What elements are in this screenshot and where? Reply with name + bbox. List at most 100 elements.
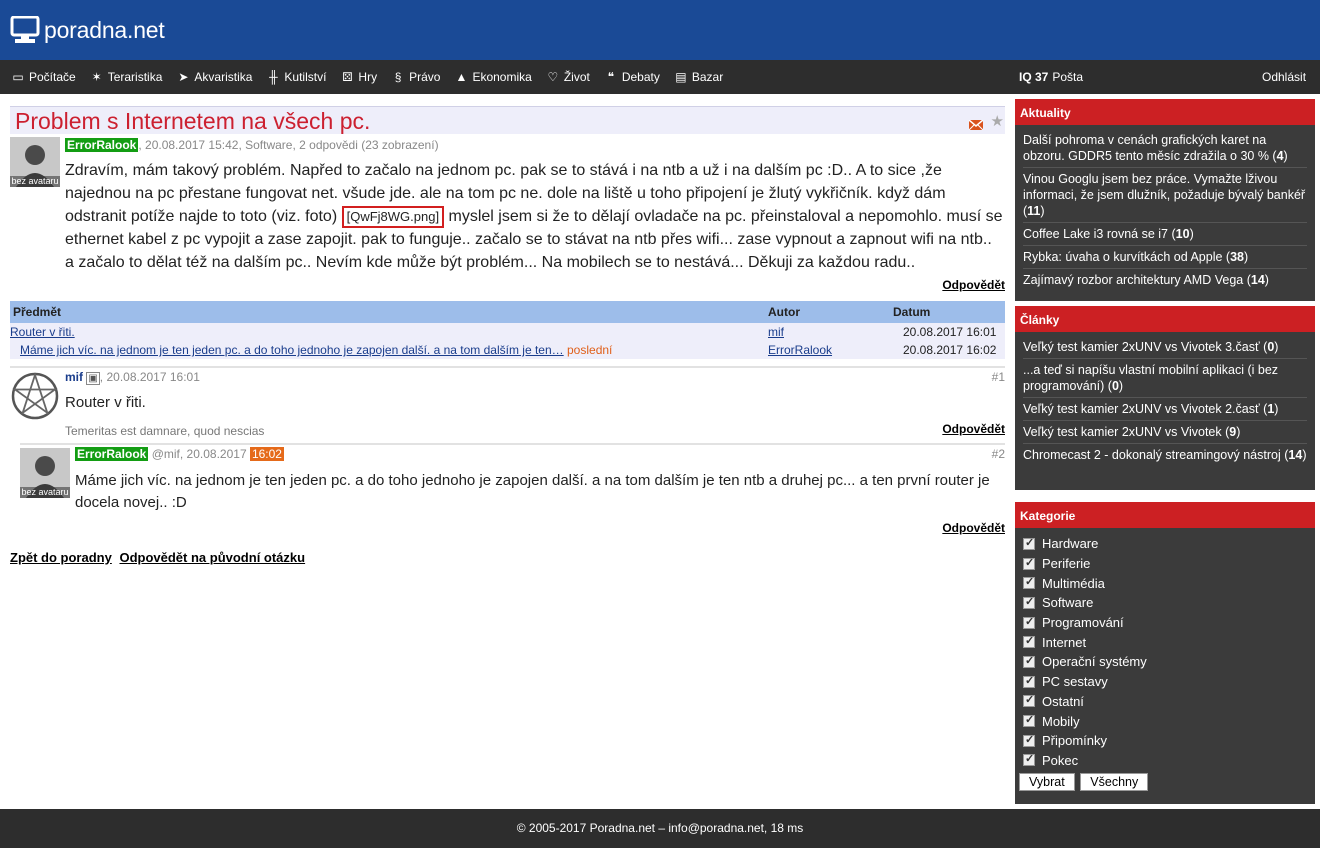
bottom-links: Zpět do poradny Odpovědět na původní otá…: [10, 550, 309, 565]
categories-box-title: Kategorie: [1015, 502, 1315, 528]
chart-icon: ▲: [455, 70, 468, 84]
checkbox[interactable]: [1023, 693, 1035, 708]
list-item[interactable]: Veľký test kamier 2xUNV vs Vivotek 3.čas…: [1023, 336, 1307, 359]
checkbox[interactable]: [1023, 654, 1035, 668]
checkbox[interactable]: [1023, 733, 1035, 747]
checkbox[interactable]: [1023, 536, 1035, 550]
thread-table: Předmět Autor Datum Router v řiti. mif 2…: [10, 301, 1005, 359]
checkbox[interactable]: [1023, 674, 1035, 688]
table-row[interactable]: Máme jich víc. na jednom je ten jeden pc…: [10, 341, 1005, 359]
list-item[interactable]: Rybka: úvaha o kurvítkách od Apple (38): [1023, 246, 1307, 269]
favorite-star-icon[interactable]: ★: [991, 114, 1004, 129]
author-badge[interactable]: ErrorRalook: [75, 447, 149, 461]
site-name: poradna.net: [44, 16, 165, 43]
category-checkbox-item[interactable]: Hardware: [1023, 534, 1315, 554]
reply-button[interactable]: Odpovědět: [942, 422, 1005, 436]
main-nav: ▭ Počítače ✶ Teraristika ➤ Akvaristika ╫ Kutils…: [0, 60, 1320, 94]
category-checkbox-item[interactable]: Ostatní: [1023, 692, 1315, 712]
cart-icon: ▤: [675, 70, 687, 84]
list-item[interactable]: Veľký test kamier 2xUNV vs Vivotek 2.čas…: [1023, 398, 1307, 421]
time-badge: 16:02: [249, 447, 284, 461]
category-checkbox-item[interactable]: Připomínky: [1023, 731, 1315, 751]
nav-item-4[interactable]: ⚄ Hry: [339, 70, 377, 84]
list-item[interactable]: Veľký test kamier 2xUNV vs Vivotek (9): [1023, 421, 1307, 444]
post-number[interactable]: #2: [992, 447, 1005, 461]
nav-item-3[interactable]: ╫ Kutilství: [265, 70, 326, 84]
thread-subject-link[interactable]: Router v řiti.: [10, 325, 75, 339]
post-username[interactable]: mif: [65, 370, 83, 384]
post-signature: Temeritas est damnare, quod nescias: [65, 424, 265, 438]
checkbox[interactable]: [1023, 556, 1035, 570]
answer-post: mif ▣, 20.08.2017 16:01 #1 Router v řiti…: [10, 366, 1005, 441]
thread-author-link[interactable]: mif: [768, 325, 784, 339]
post-text: Router v řiti.: [65, 394, 146, 411]
checkbox[interactable]: [1023, 752, 1035, 767]
mail-link[interactable]: Pošta: [1052, 70, 1083, 84]
nav-item-0[interactable]: ▭ Počítače: [10, 70, 76, 84]
computer-icon: ▭: [12, 70, 24, 84]
nav-item-7[interactable]: ♡ Život: [545, 70, 589, 84]
thread-author-link[interactable]: ErrorRalook: [768, 343, 832, 357]
nav-item-label: Kutilství: [284, 70, 327, 84]
category-checkbox-item[interactable]: Internet: [1023, 632, 1315, 652]
lizard-icon: ✶: [91, 70, 102, 84]
list-item[interactable]: Chromecast 2 - dokonalý streamingový nás…: [1023, 444, 1307, 466]
attachment-link[interactable]: [QwFj8WG.png]: [341, 206, 445, 228]
select-all-button[interactable]: Všechny: [1080, 773, 1149, 792]
category-checkbox-item[interactable]: Multimédia: [1023, 573, 1315, 593]
list-item[interactable]: Coffee Lake i3 rovná se i7 (10): [1023, 223, 1307, 246]
nav-item-9[interactable]: ▤ Bazar: [673, 70, 723, 84]
nav-item-2[interactable]: ➤ Akvaristika: [175, 70, 252, 84]
author-badge[interactable]: ErrorRalook: [65, 138, 139, 152]
nav-item-label: Akvaristika: [194, 70, 253, 84]
nav-item-label: Počítače: [29, 70, 76, 84]
checkbox[interactable]: [1023, 713, 1035, 728]
post-number[interactable]: #1: [992, 370, 1005, 384]
category-checkbox-item[interactable]: PC sestavy: [1023, 672, 1315, 692]
nav-item-label: Teraristika: [107, 70, 163, 84]
site-logo[interactable]: poradna.net: [10, 14, 165, 46]
category-checkbox-item[interactable]: Mobily: [1023, 711, 1315, 731]
question-meta: ErrorRalook, 20.08.2017 15:42, Software,…: [65, 138, 439, 152]
last-badge: poslední: [567, 343, 613, 357]
logout-link[interactable]: Odhlásit: [1262, 70, 1306, 84]
nav-item-8[interactable]: ❝ Debaty: [603, 70, 660, 84]
articles-box: Články Veľký test kamier 2xUNV vs Vivote…: [1015, 306, 1315, 490]
select-button[interactable]: Vybrat: [1019, 773, 1075, 792]
checkbox[interactable]: [1023, 595, 1035, 609]
monitor-icon: [10, 16, 40, 43]
reply-button[interactable]: Odpovědět: [942, 278, 1005, 292]
nav-item-label: Bazar: [691, 70, 724, 84]
checkbox[interactable]: [1023, 615, 1035, 629]
list-item[interactable]: Další pohroma v cenách grafických karet …: [1023, 129, 1307, 168]
list-item[interactable]: Vinou Googlu jsem bez práce. Vymažte lži…: [1023, 168, 1307, 223]
nav-item-1[interactable]: ✶ Teraristika: [89, 70, 163, 84]
thread-table-header: Předmět Autor Datum: [10, 301, 1005, 323]
list-item[interactable]: ...a teď si napíšu vlastní mobilní aplik…: [1023, 359, 1307, 398]
question-body: Zdravím, mám takový problém. Napřed to z…: [65, 162, 1003, 271]
checkbox[interactable]: [1023, 575, 1035, 590]
checkbox[interactable]: [1023, 634, 1035, 649]
category-checkbox-item[interactable]: Software: [1023, 593, 1315, 613]
nav-item-5[interactable]: § Právo: [390, 70, 441, 84]
category-checkbox-item[interactable]: Operační systémy: [1023, 652, 1315, 672]
pentagram-icon: [11, 372, 59, 420]
articles-box-title: Články: [1015, 306, 1315, 332]
avatar: bez avataru: [10, 137, 60, 187]
mail-notify-icon[interactable]: [968, 118, 984, 133]
question-title: Problem s Internetem na všech pc.: [15, 108, 371, 134]
post-text: Máme jich víc. na jednom je ten jeden pc…: [75, 472, 990, 511]
nav-item-6[interactable]: ▲ Ekonomika: [453, 70, 532, 84]
category-checkbox-item[interactable]: Pokec: [1023, 751, 1315, 771]
table-row[interactable]: Router v řiti. mif 20.08.2017 16:01: [10, 323, 1005, 341]
reply-original-link[interactable]: Odpovědět na původní otázku: [119, 550, 305, 565]
list-item[interactable]: Zajímavý rozbor architektury AMD Vega (1…: [1023, 269, 1307, 291]
nav-item-label: Právo: [409, 70, 441, 84]
category-checkbox-item[interactable]: Periferie: [1023, 554, 1315, 574]
thread-subject-link[interactable]: Máme jich víc. na jednom je ten jeden pc…: [20, 343, 564, 357]
category-checkbox-item[interactable]: Programování: [1023, 613, 1315, 633]
back-link[interactable]: Zpět do poradny: [10, 550, 112, 565]
paragraph-icon: §: [394, 70, 402, 84]
reply-button[interactable]: Odpovědět: [942, 521, 1005, 535]
dice-icon: ⚄: [342, 70, 353, 84]
